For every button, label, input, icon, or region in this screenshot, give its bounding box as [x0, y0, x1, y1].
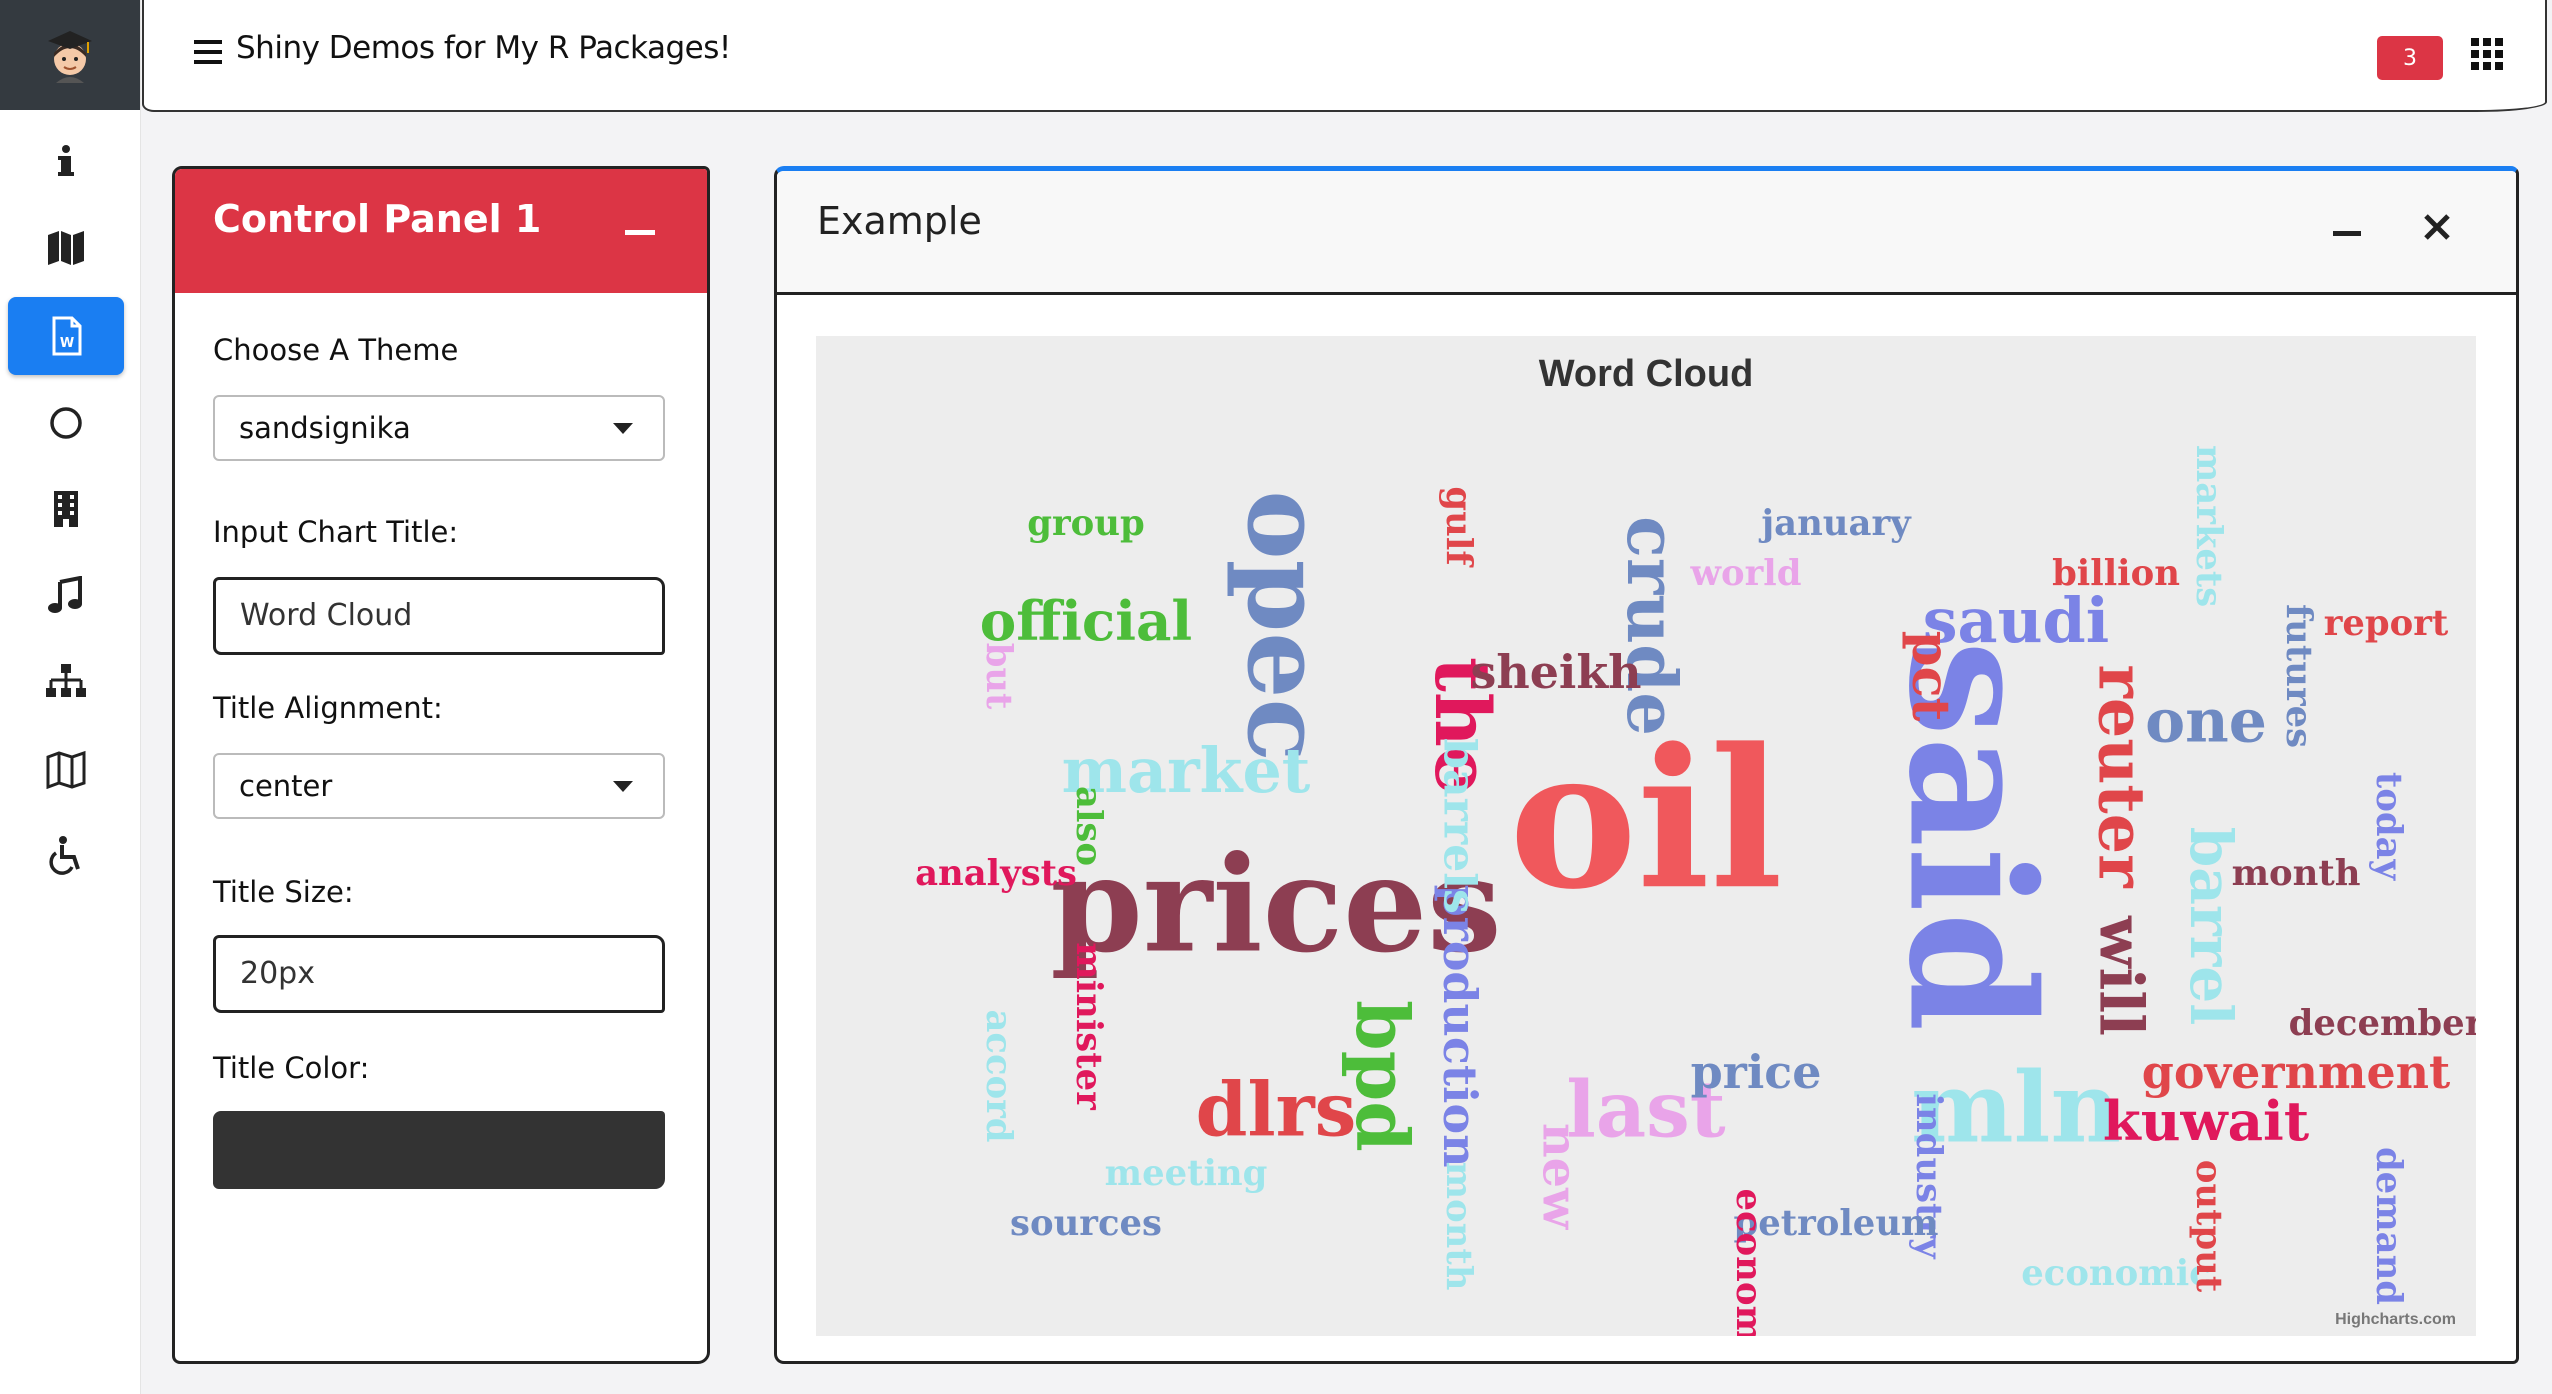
wordcloud-word[interactable]: month [1438, 1162, 1479, 1291]
wordcloud-word[interactable]: minister [1068, 942, 1109, 1111]
minimize-icon[interactable] [2331, 219, 2363, 247]
chart-credits[interactable]: Highcharts.com [2335, 1311, 2456, 1328]
sidebar: W [0, 0, 141, 1394]
theme-label: Choose A Theme [213, 333, 459, 367]
wordcloud-word[interactable]: one [2145, 687, 2267, 757]
wordcloud-word[interactable]: sources [1010, 1203, 1162, 1244]
chevron-down-icon [613, 781, 633, 792]
wordcloud-word[interactable]: economy [1728, 1188, 1769, 1336]
wordcloud-word[interactable]: group [1027, 503, 1144, 544]
wordcloud-word[interactable]: accord [978, 1009, 1019, 1142]
sidebar-item-building[interactable] [8, 470, 124, 548]
title-size-input[interactable]: 20px [213, 935, 665, 1013]
sidebar-item-circle[interactable] [8, 384, 124, 462]
sidebar-item-accessibility[interactable] [8, 816, 124, 894]
info-icon [58, 145, 74, 176]
sidebar-item-map-outline[interactable] [8, 730, 124, 808]
wordcloud-word[interactable]: dlrs [1196, 1067, 1357, 1154]
map-outline-icon [46, 750, 86, 789]
wordcloud-word[interactable]: output [2188, 1160, 2229, 1293]
sitemap-icon [46, 664, 86, 697]
sidebar-item-map[interactable] [8, 208, 124, 286]
top-navbar: Shiny Demos for My R Packages! 3 [142, 0, 2547, 112]
wordcloud-word[interactable]: barrels [1434, 738, 1486, 914]
wordcloud-word[interactable]: government [2142, 1045, 2450, 1099]
wordcloud-word[interactable]: will [2086, 915, 2156, 1036]
hamburger-menu-icon[interactable] [194, 36, 224, 68]
title-size-input-value: 20px [240, 956, 315, 991]
wordcloud-word[interactable]: new [1532, 1123, 1588, 1230]
title-alignment-select[interactable]: center [213, 753, 665, 819]
control-panel-card: Control Panel 1 Choose A Theme sandsigni… [172, 166, 710, 1364]
app-title: Shiny Demos for My R Packages! [236, 30, 731, 66]
wordcloud-word[interactable]: pct [1900, 631, 1960, 722]
sidebar-item-info[interactable] [8, 122, 124, 200]
wordcloud-word[interactable]: month [2232, 853, 2361, 894]
wordcloud-word[interactable]: opec [1224, 490, 1347, 762]
sidebar-item-wordcloud[interactable]: W [8, 297, 124, 375]
title-size-label: Title Size: [213, 875, 354, 909]
circle-icon [50, 407, 82, 439]
title-alignment-label: Title Alignment: [213, 691, 443, 725]
wordcloud-word[interactable]: production [1433, 885, 1487, 1168]
user-avatar[interactable] [0, 0, 140, 110]
wordcloud-word[interactable]: today [2368, 772, 2409, 882]
wordcloud-svg: Word CloudHighcharts.comoil saidpricesope… [915, 353, 2476, 1336]
sidebar-item-music[interactable] [8, 557, 124, 635]
wordcloud-word[interactable]: analysts [915, 853, 1077, 894]
title-color-picker[interactable] [213, 1111, 665, 1189]
wordcloud-word[interactable]: january [1758, 503, 1912, 544]
chart-title-label: Input Chart Title: [213, 515, 459, 549]
wordcloud-word[interactable]: economic [2021, 1253, 2210, 1294]
graduate-avatar-icon [48, 31, 92, 83]
theme-select-value: sandsignika [239, 411, 411, 445]
word-document-icon: W [52, 316, 82, 356]
sidebar-item-sitemap[interactable] [8, 643, 124, 721]
chart-title-input-value: Word Cloud [240, 598, 413, 633]
example-card-header: Example [777, 171, 2516, 295]
map-icon [48, 231, 84, 265]
control-panel-title: Control Panel 1 [213, 197, 542, 241]
wordcloud-word[interactable]: gulf [1438, 486, 1479, 568]
svg-text:W: W [60, 336, 74, 351]
wordcloud-word[interactable]: sheikh [1471, 645, 1642, 699]
chevron-down-icon [613, 423, 633, 434]
wordcloud-word[interactable]: world [1690, 553, 1802, 594]
wordcloud-word[interactable]: demand [2368, 1147, 2409, 1305]
wordcloud-word[interactable]: bpd [1339, 1000, 1424, 1152]
wordcloud-chart: Word Cloud Highcharts.com oil said prices ope… [816, 336, 2476, 1336]
wheelchair-icon [49, 836, 80, 875]
wordcloud-word[interactable]: report [2324, 603, 2449, 644]
wordcloud-word[interactable]: billion [2052, 553, 2180, 594]
notification-badge[interactable]: 3 [2377, 36, 2443, 80]
chart-title-input[interactable]: Word Cloud [213, 577, 665, 655]
theme-select[interactable]: sandsignika [213, 395, 665, 461]
title-alignment-value: center [239, 769, 333, 803]
wordcloud-word[interactable]: markets [2188, 445, 2229, 607]
wordcloud-word[interactable]: price [1691, 1045, 1822, 1099]
collapse-icon[interactable] [623, 217, 657, 247]
wordcloud-word[interactable]: crude [1611, 516, 1692, 736]
wordcloud-word[interactable]: oil [1509, 707, 1783, 932]
wordcloud-word[interactable]: meeting [1105, 1153, 1268, 1194]
control-panel-header: Control Panel 1 [175, 169, 707, 293]
building-icon [54, 491, 78, 527]
wordcloud-word[interactable]: december [2289, 1003, 2476, 1044]
example-card-title: Example [817, 199, 982, 243]
chart-title: Word Cloud [1539, 353, 1754, 395]
close-icon[interactable] [2421, 211, 2453, 243]
wordcloud-word[interactable]: futures [2278, 604, 2319, 748]
apps-grid-icon[interactable] [2471, 38, 2503, 70]
wordcloud-word[interactable]: but [978, 643, 1019, 710]
music-icon [48, 576, 82, 613]
title-color-label: Title Color: [213, 1051, 370, 1085]
